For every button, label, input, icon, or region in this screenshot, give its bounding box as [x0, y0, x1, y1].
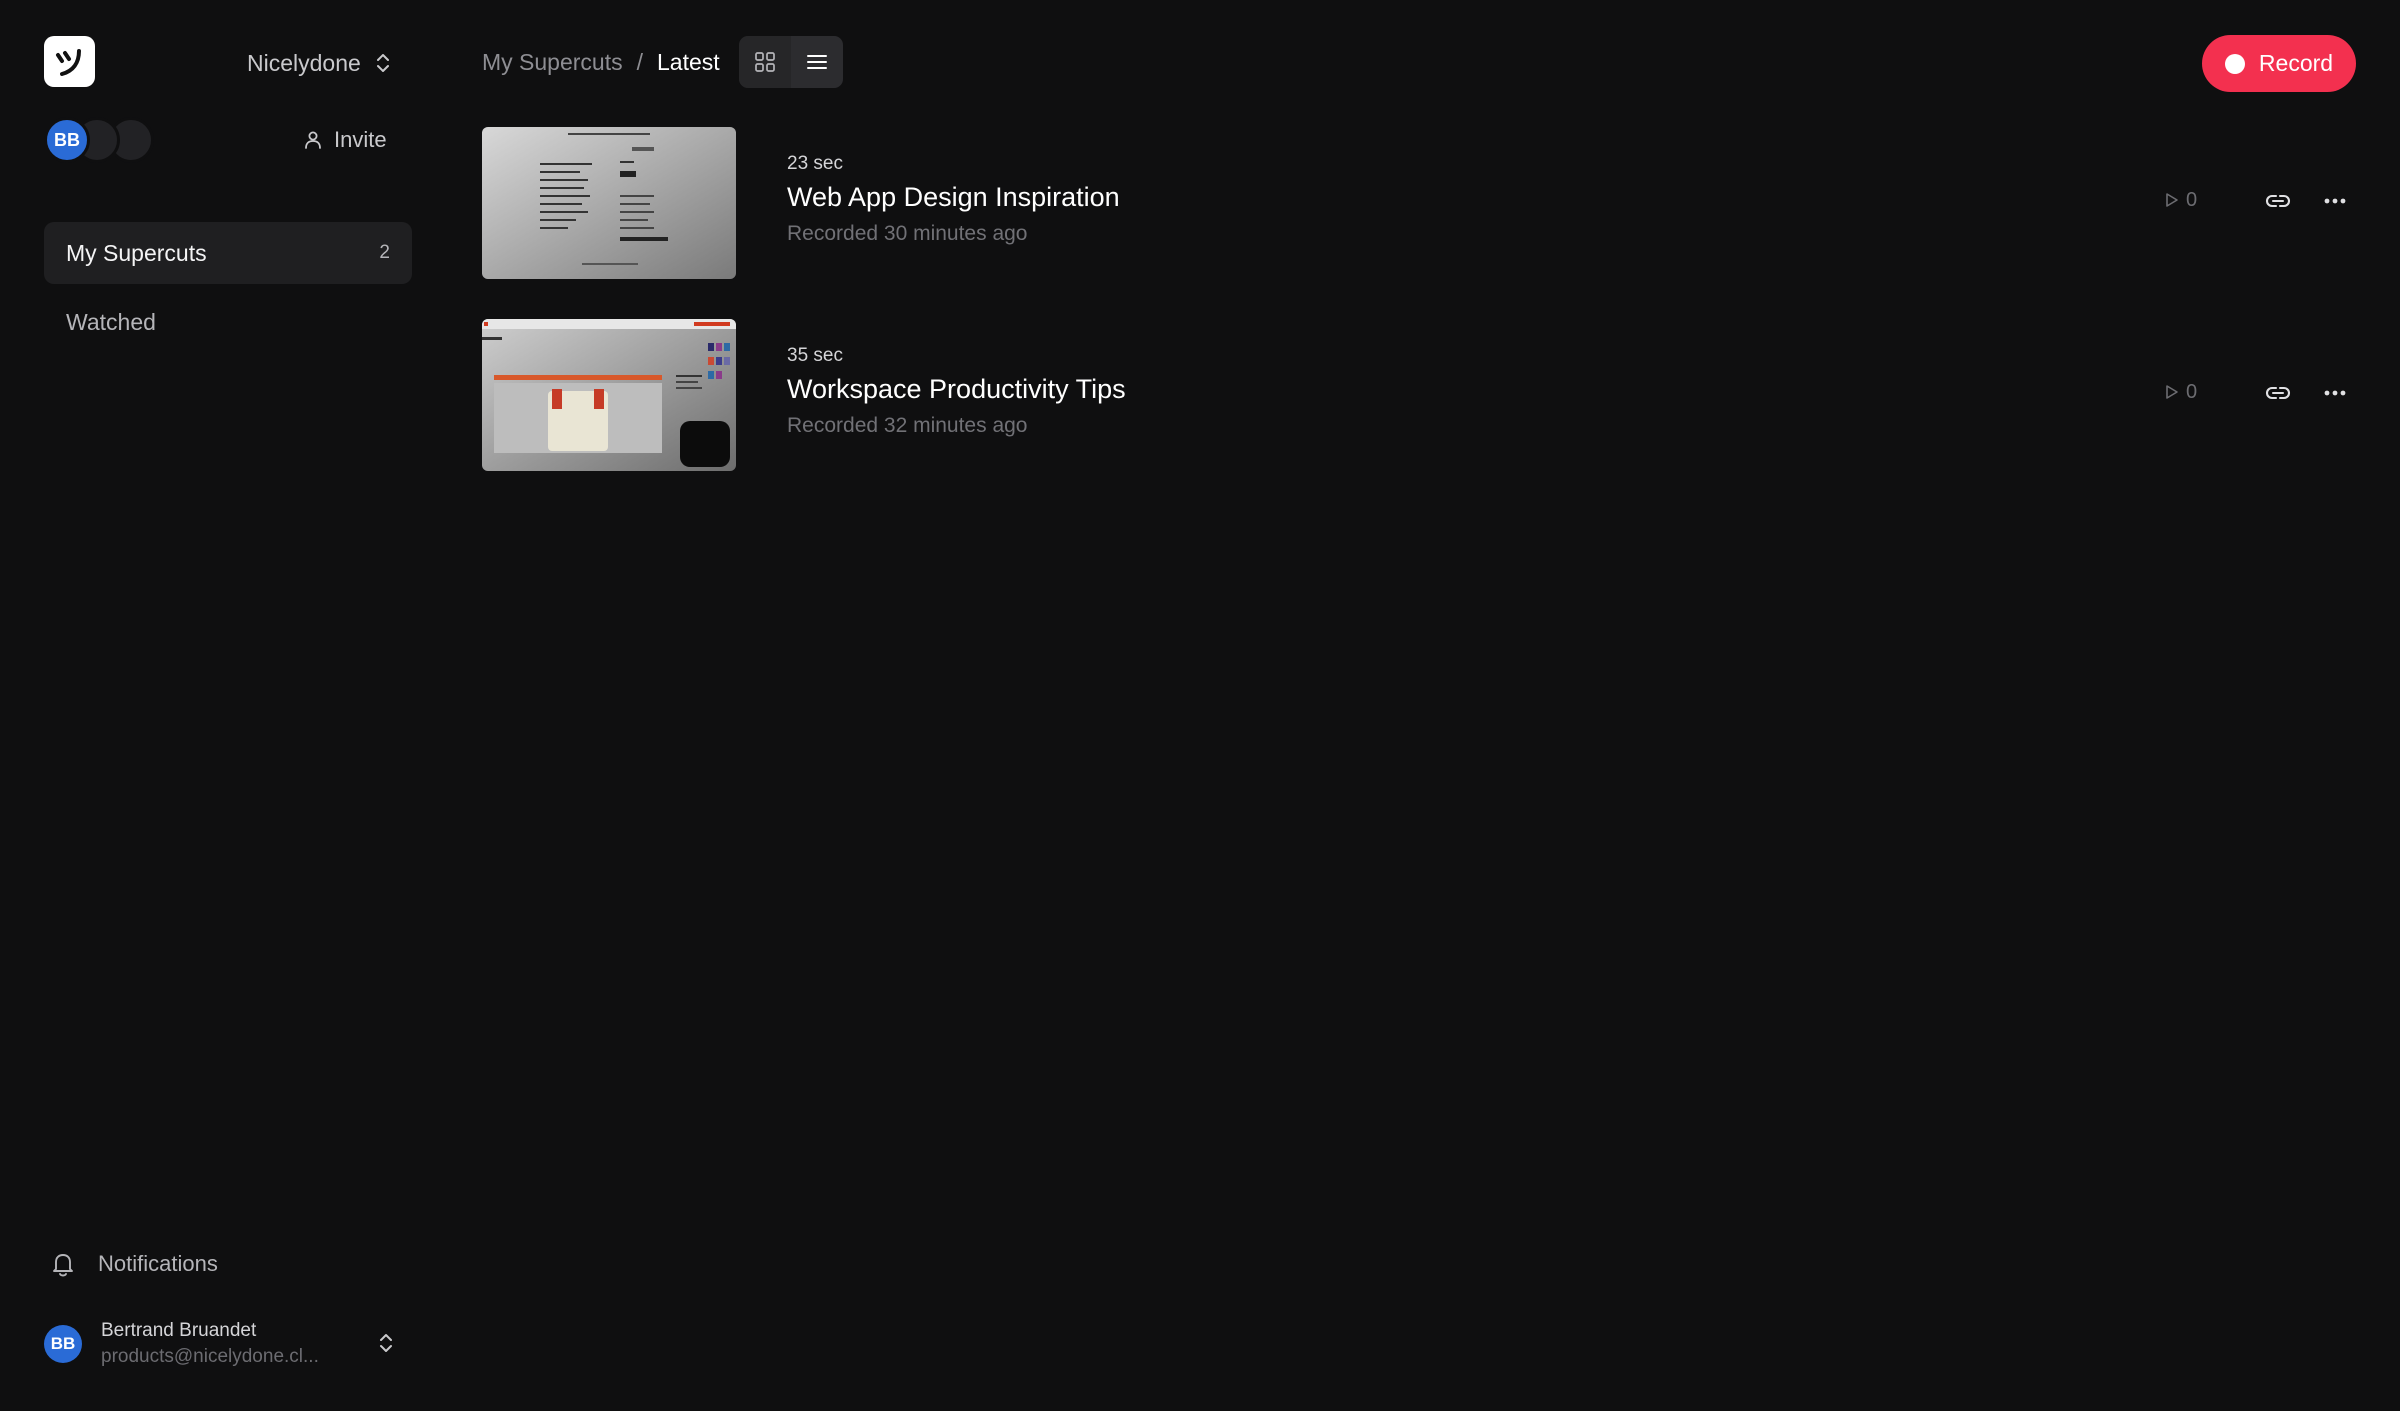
workspace-switcher[interactable]: Nicelydone — [247, 46, 391, 80]
more-options-button[interactable] — [2313, 371, 2357, 415]
link-icon — [2265, 386, 2291, 400]
copy-link-button[interactable] — [2256, 371, 2300, 415]
grid-view-button[interactable] — [738, 36, 791, 88]
sidebar-item-watched[interactable]: Watched — [44, 291, 412, 353]
video-row[interactable]: 23 sec Web App Design Inspiration Record… — [482, 127, 2356, 279]
app-logo[interactable] — [44, 36, 95, 87]
user-info: Bertrand Bruandet products@nicelydone.cl… — [101, 1320, 341, 1368]
notifications-link[interactable]: Notifications — [50, 1246, 218, 1282]
more-options-button[interactable] — [2313, 179, 2357, 223]
view-toggle — [738, 36, 843, 88]
user-add-icon — [305, 131, 321, 149]
team-avatars[interactable]: BB — [44, 117, 164, 163]
record-label: Record — [2258, 50, 2334, 76]
view-count: 0 — [2165, 377, 2197, 407]
workspace-name: Nicelydone — [247, 49, 361, 76]
chevron-up-down-icon — [376, 54, 389, 72]
view-count-value: 0 — [2186, 188, 2198, 211]
shop-page-thumbnail-image — [482, 319, 736, 471]
breadcrumb-bar: My Supercuts / Latest — [482, 36, 843, 88]
sidebar: Nicelydone BB Invite My Supercuts 2 Watc… — [0, 0, 460, 1411]
breadcrumb-current: Latest — [657, 48, 720, 75]
user-email: products@nicelydone.cl... — [101, 1346, 319, 1367]
video-thumbnail[interactable] — [482, 319, 736, 471]
video-duration: 23 sec — [787, 153, 843, 174]
avatar: BB — [44, 117, 90, 163]
invite-label: Invite — [334, 127, 387, 152]
more-horizontal-icon — [2324, 390, 2346, 396]
video-row[interactable]: 35 sec Workspace Productivity Tips Recor… — [482, 319, 2356, 471]
supercut-logo-icon — [55, 48, 81, 76]
video-title[interactable]: Web App Design Inspiration — [787, 182, 1120, 213]
view-count-value: 0 — [2186, 380, 2198, 403]
breadcrumb-separator: / — [636, 48, 643, 75]
user-menu[interactable]: BB Bertrand Bruandet products@nicelydone… — [44, 1316, 394, 1372]
notifications-label: Notifications — [98, 1251, 218, 1276]
invite-button[interactable]: Invite — [304, 122, 387, 158]
video-recorded-time: Recorded 32 minutes ago — [787, 414, 1028, 437]
more-horizontal-icon — [2324, 198, 2346, 204]
play-icon — [2166, 193, 2178, 207]
record-button[interactable]: Record — [2202, 35, 2356, 92]
user-name: Bertrand Bruandet — [101, 1320, 257, 1341]
video-duration: 35 sec — [787, 345, 843, 366]
list-icon — [806, 55, 827, 69]
sidebar-item-label: Watched — [66, 308, 156, 335]
video-recorded-time: Recorded 30 minutes ago — [787, 222, 1028, 245]
video-title[interactable]: Workspace Productivity Tips — [787, 374, 1126, 405]
video-meta: 23 sec Web App Design Inspiration Record… — [787, 153, 1120, 246]
link-icon — [2265, 194, 2291, 208]
sidebar-item-label: My Supercuts — [66, 239, 207, 266]
view-count: 0 — [2165, 185, 2197, 215]
list-view-button[interactable] — [790, 36, 843, 88]
user-avatar: BB — [44, 1325, 82, 1363]
item-count-badge: 2 — [379, 242, 390, 263]
video-meta: 35 sec Workspace Productivity Tips Recor… — [787, 345, 1126, 438]
chevron-up-down-icon — [380, 1334, 392, 1352]
record-icon — [2224, 53, 2245, 74]
pricing-page-thumbnail-image — [482, 127, 736, 279]
copy-link-button[interactable] — [2256, 179, 2300, 223]
bell-icon — [53, 1254, 73, 1277]
play-icon — [2166, 385, 2178, 399]
video-thumbnail[interactable] — [482, 127, 736, 279]
breadcrumb-parent[interactable]: My Supercuts — [482, 49, 623, 76]
sidebar-item-my-supercuts[interactable]: My Supercuts 2 — [44, 222, 412, 284]
grid-icon — [754, 52, 775, 72]
